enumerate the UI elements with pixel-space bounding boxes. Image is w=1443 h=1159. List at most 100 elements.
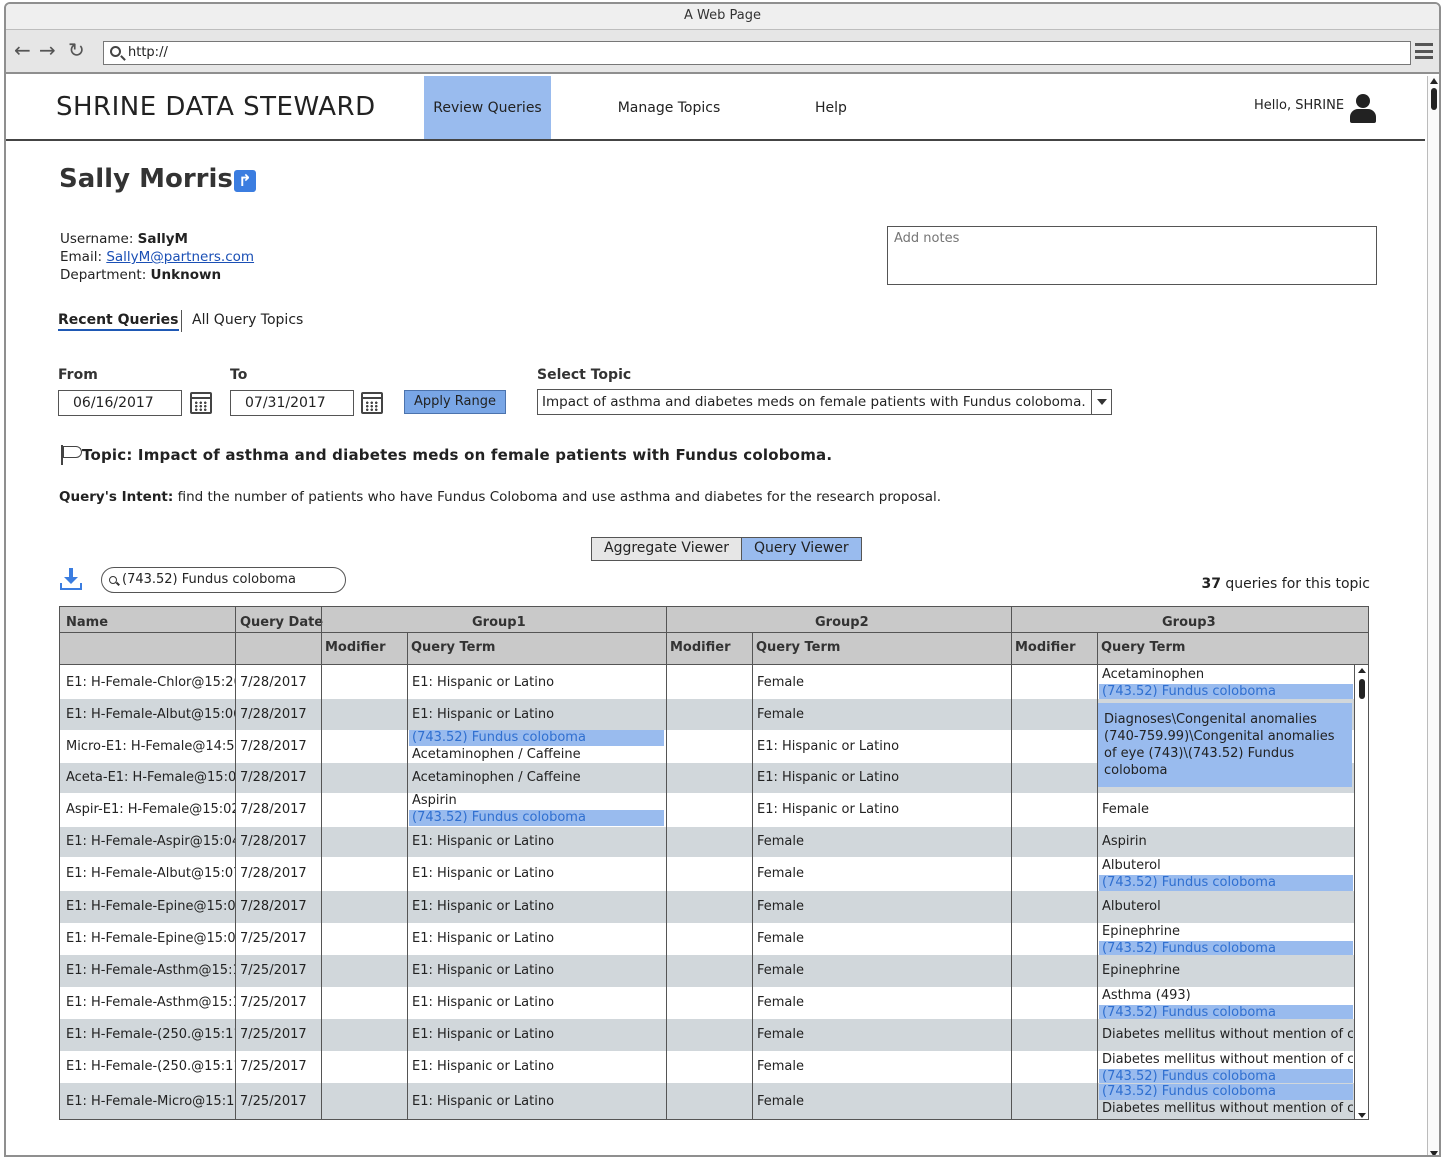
table-row[interactable]: E1: H-Female-Micro@15:12: 7/25/2017 E1: Hi… — [60, 1083, 1354, 1119]
g2-query-term-header: Query Term — [756, 640, 841, 655]
username-value: SallyM — [137, 231, 188, 247]
table-header-columns: Modifier Query Term Modifier Query Term … — [60, 633, 1368, 665]
scroll-thumb[interactable] — [1359, 679, 1365, 699]
flag-icon — [60, 445, 82, 465]
tab-review-queries[interactable]: Review Queries — [424, 76, 551, 139]
username-line: Username: SallyM — [60, 231, 188, 247]
cell-g2: E1: Hispanic or Latino — [757, 802, 900, 817]
cell-date: 7/28/2017 — [240, 675, 307, 690]
download-icon[interactable] — [60, 568, 84, 590]
cell-g1b: Acetaminophen / Caffeine — [412, 747, 581, 762]
col-divider — [235, 607, 236, 1119]
email-line: Email: SallyM@partners.com — [60, 249, 254, 265]
scroll-up-icon[interactable] — [1358, 668, 1366, 673]
tab-all-query-topics[interactable]: All Query Topics — [192, 312, 303, 328]
cell-g2: Female — [757, 1094, 805, 1109]
cell-date: 7/28/2017 — [240, 834, 307, 849]
cell-g3b: (743.52) Fundus coloboma — [1099, 875, 1353, 891]
search-icon — [109, 576, 117, 584]
to-date-input[interactable]: 07/31/2017 — [230, 390, 354, 416]
cell-name: E1: H-Female-Asthm@15:10: — [66, 963, 235, 978]
table-row[interactable]: E1: H-Female-Asthm@15:10: 7/25/2017 E1: Hi… — [60, 955, 1354, 987]
user-greeting: Hello, SHRINE — [1254, 98, 1345, 113]
scroll-down-icon[interactable] — [1358, 1113, 1366, 1118]
aggregate-viewer-button[interactable]: Aggregate Viewer — [592, 538, 742, 560]
query-search-input[interactable]: (743.52) Fundus coloboma — [101, 567, 346, 593]
tab-help[interactable]: Help — [801, 76, 861, 139]
from-date-input[interactable]: 06/16/2017 — [58, 390, 182, 416]
notes-field[interactable] — [887, 226, 1377, 285]
hamburger-menu-icon[interactable] — [1415, 43, 1433, 59]
cell-date: 7/28/2017 — [240, 770, 307, 785]
cell-name: E1: H-Female-Aspir@15:04: — [66, 834, 235, 849]
cell-g2: Female — [757, 931, 805, 946]
table-row[interactable]: E1: H-Female-(250.@15:11:3 7/25/2017 E1: H… — [60, 1051, 1354, 1085]
cell-g2: Female — [757, 995, 805, 1010]
query-intent: Query's Intent: find the number of patie… — [59, 489, 941, 505]
g3-query-term-header: Query Term — [1101, 640, 1186, 655]
subtab-divider — [181, 310, 182, 332]
cell-g2: Female — [757, 707, 805, 722]
topic-select[interactable]: Impact of asthma and diabetes meds on fe… — [537, 389, 1112, 415]
intent-label: Query's Intent: — [59, 489, 174, 505]
table-row[interactable]: Aspir-E1: H-Female@15:02: 7/28/2017 Aspiri… — [60, 793, 1354, 827]
user-avatar-icon[interactable] — [1350, 94, 1376, 124]
scroll-thumb[interactable] — [1431, 88, 1437, 110]
intent-text: find the number of patients who have Fun… — [173, 489, 942, 505]
search-value: (743.52) Fundus coloboma — [122, 572, 296, 587]
cell-g3a: Diabetes mellitus without mention of c — [1102, 1052, 1353, 1067]
share-icon[interactable]: ↱ — [234, 170, 256, 192]
window-title: A Web Page — [6, 4, 1439, 30]
col-name-header[interactable]: Name — [66, 615, 108, 630]
col-divider — [1097, 633, 1098, 1119]
query-viewer-button[interactable]: Query Viewer — [741, 538, 861, 560]
table-scrollbar[interactable] — [1354, 665, 1368, 1119]
scroll-down-icon[interactable] — [1430, 1151, 1438, 1155]
page-scrollbar[interactable] — [1427, 76, 1439, 1155]
table-header-groups: Name Query Date Group1 Group2 Group3 — [60, 607, 1368, 633]
reload-icon[interactable]: ↻ — [68, 40, 85, 60]
table-row[interactable]: E1: H-Female-Albut@15:07: 7/28/2017 E1: Hi… — [60, 857, 1354, 891]
table-row[interactable]: E1: H-Female-Chlor@15:20: 7/28/2017 E1: Hi… — [60, 666, 1354, 700]
table-row[interactable]: E1: H-Female-Epine@15:07: 7/28/2017 E1: Hi… — [60, 891, 1354, 923]
scroll-up-icon[interactable] — [1430, 78, 1438, 84]
cell-g2: Female — [757, 675, 805, 690]
email-label: Email: — [60, 249, 103, 265]
tab-manage-topics[interactable]: Manage Topics — [604, 76, 734, 139]
cell-g1: E1: Hispanic or Latino — [412, 866, 555, 881]
cell-date: 7/28/2017 — [240, 899, 307, 914]
table-row[interactable]: E1: H-Female-Asthm@15:10: 7/25/2017 E1: Hi… — [60, 987, 1354, 1021]
group1-header: Group1 — [472, 615, 526, 630]
department-value: Unknown — [150, 267, 222, 283]
col-divider — [752, 633, 753, 1119]
cell-date: 7/28/2017 — [240, 739, 307, 754]
tab-recent-queries[interactable]: Recent Queries — [58, 312, 179, 331]
chevron-down-icon[interactable] — [1091, 390, 1111, 414]
table-row[interactable]: E1: H-Female-(250.@15:11:0 7/25/2017 E1: H… — [60, 1019, 1354, 1051]
cell-date: 7/25/2017 — [240, 1027, 307, 1042]
cell-g3a: (743.52) Fundus coloboma — [1099, 1084, 1353, 1100]
cell-g1a: (743.52) Fundus coloboma — [409, 730, 664, 746]
from-calendar-icon[interactable] — [190, 392, 212, 414]
cell-g3: Epinephrine — [1102, 963, 1180, 978]
page-title: Sally Morris — [59, 164, 233, 194]
to-calendar-icon[interactable] — [361, 392, 383, 414]
table-row[interactable]: E1: H-Female-Epine@15:08: 7/25/2017 E1: Hi… — [60, 923, 1354, 957]
email-link[interactable]: SallyM@partners.com — [106, 249, 254, 265]
table-row[interactable]: E1: H-Female-Aspir@15:04: 7/28/2017 E1: Hi… — [60, 827, 1354, 857]
apply-range-button[interactable]: Apply Range — [404, 390, 506, 414]
cell-g3a: Asthma (493) — [1102, 988, 1191, 1003]
forward-icon[interactable]: → — [39, 40, 56, 60]
viewer-toggle: Aggregate Viewer Query Viewer — [591, 537, 862, 561]
back-icon[interactable]: ← — [14, 40, 31, 60]
cell-g3a: Albuterol — [1102, 858, 1161, 873]
cell-g1: E1: Hispanic or Latino — [412, 707, 555, 722]
cell-g1: E1: Hispanic or Latino — [412, 675, 555, 690]
cell-date: 7/25/2017 — [240, 931, 307, 946]
address-bar[interactable]: http:// — [103, 41, 1411, 65]
cell-name: E1: H-Female-(250.@15:11:3 — [66, 1059, 235, 1074]
cell-name: E1: H-Female-Asthm@15:10: — [66, 995, 235, 1010]
col-date-header[interactable]: Query Date — [240, 615, 323, 630]
cell-name: E1: H-Female-Albut@15:06: — [66, 707, 235, 722]
page-content: SHRINE DATA STEWARD Review Queries Manag… — [6, 76, 1427, 1155]
